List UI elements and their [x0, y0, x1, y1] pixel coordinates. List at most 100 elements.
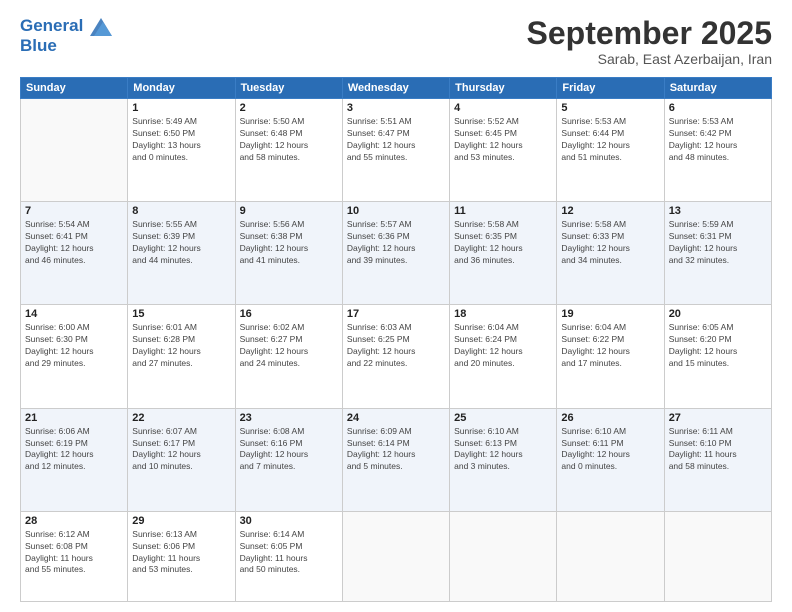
- day-number: 24: [347, 412, 445, 424]
- day-info: Sunrise: 5:54 AM Sunset: 6:41 PM Dayligh…: [25, 219, 123, 267]
- day-cell: 3 Sunrise: 5:51 AM Sunset: 6:47 PM Daylig…: [342, 99, 449, 202]
- week-row-5: 28 Sunrise: 6:12 AM Sunset: 6:08 PM Dayli…: [21, 511, 772, 601]
- day-info: Sunrise: 6:14 AM Sunset: 6:05 PM Dayligh…: [240, 529, 338, 577]
- logo-icon: [90, 18, 112, 36]
- week-row-4: 21 Sunrise: 6:06 AM Sunset: 6:19 PM Dayli…: [21, 408, 772, 511]
- day-number: 7: [25, 205, 123, 217]
- day-info: Sunrise: 6:03 AM Sunset: 6:25 PM Dayligh…: [347, 322, 445, 370]
- day-number: 4: [454, 102, 552, 114]
- day-info: Sunrise: 6:09 AM Sunset: 6:14 PM Dayligh…: [347, 426, 445, 474]
- title-block: September 2025 Sarab, East Azerbaijan, I…: [527, 16, 772, 67]
- day-cell: 13Sunrise: 5:59 AM Sunset: 6:31 PM Dayli…: [664, 202, 771, 305]
- day-cell: 23Sunrise: 6:08 AM Sunset: 6:16 PM Dayli…: [235, 408, 342, 511]
- day-info: Sunrise: 6:05 AM Sunset: 6:20 PM Dayligh…: [669, 322, 767, 370]
- day-info: Sunrise: 6:13 AM Sunset: 6:06 PM Dayligh…: [132, 529, 230, 577]
- day-cell: 16 Sunrise: 6:02 AM Sunset: 6:27 PM Dayli…: [235, 305, 342, 408]
- day-info: Sunrise: 5:55 AM Sunset: 6:39 PM Dayligh…: [132, 219, 230, 267]
- day-number: 9: [240, 205, 338, 217]
- day-info: Sunrise: 6:00 AM Sunset: 6:30 PM Dayligh…: [25, 322, 123, 370]
- page: General Blue September 2025 Sarab, East …: [0, 0, 792, 612]
- day-cell: 12 Sunrise: 5:58 AM Sunset: 6:33 PM Dayli…: [557, 202, 664, 305]
- day-info: Sunrise: 5:57 AM Sunset: 6:36 PM Dayligh…: [347, 219, 445, 267]
- day-cell: 17Sunrise: 6:03 AM Sunset: 6:25 PM Dayli…: [342, 305, 449, 408]
- day-number: 13: [669, 205, 767, 217]
- day-info: Sunrise: 5:56 AM Sunset: 6:38 PM Dayligh…: [240, 219, 338, 267]
- logo-general: General: [20, 16, 83, 35]
- day-info: Sunrise: 6:11 AM Sunset: 6:10 PM Dayligh…: [669, 426, 767, 474]
- calendar-table: SundayMondayTuesdayWednesdayThursdayFrid…: [20, 77, 772, 602]
- day-cell: 25Sunrise: 6:10 AM Sunset: 6:13 PM Dayli…: [450, 408, 557, 511]
- col-header-wednesday: Wednesday: [342, 78, 449, 99]
- header-row: SundayMondayTuesdayWednesdayThursdayFrid…: [21, 78, 772, 99]
- day-info: Sunrise: 5:53 AM Sunset: 6:44 PM Dayligh…: [561, 116, 659, 164]
- day-cell: [342, 511, 449, 601]
- day-number: 18: [454, 308, 552, 320]
- col-header-friday: Friday: [557, 78, 664, 99]
- day-number: 1: [132, 102, 230, 114]
- day-number: 21: [25, 412, 123, 424]
- day-number: 16: [240, 308, 338, 320]
- day-cell: 30 Sunrise: 6:14 AM Sunset: 6:05 PM Dayli…: [235, 511, 342, 601]
- day-cell: 21 Sunrise: 6:06 AM Sunset: 6:19 PM Dayli…: [21, 408, 128, 511]
- day-cell: 5 Sunrise: 5:53 AM Sunset: 6:44 PM Daylig…: [557, 99, 664, 202]
- day-number: 10: [347, 205, 445, 217]
- day-number: 20: [669, 308, 767, 320]
- day-info: Sunrise: 5:49 AM Sunset: 6:50 PM Dayligh…: [132, 116, 230, 164]
- day-info: Sunrise: 5:53 AM Sunset: 6:42 PM Dayligh…: [669, 116, 767, 164]
- day-cell: [664, 511, 771, 601]
- day-cell: 7 Sunrise: 5:54 AM Sunset: 6:41 PM Daylig…: [21, 202, 128, 305]
- col-header-tuesday: Tuesday: [235, 78, 342, 99]
- week-row-3: 14 Sunrise: 6:00 AM Sunset: 6:30 PM Dayli…: [21, 305, 772, 408]
- day-cell: [450, 511, 557, 601]
- day-number: 23: [240, 412, 338, 424]
- day-info: Sunrise: 6:04 AM Sunset: 6:24 PM Dayligh…: [454, 322, 552, 370]
- logo-text: General: [20, 16, 112, 36]
- location: Sarab, East Azerbaijan, Iran: [527, 51, 772, 67]
- day-number: 30: [240, 515, 338, 527]
- logo-blue: Blue: [20, 36, 112, 56]
- col-header-monday: Monday: [128, 78, 235, 99]
- day-info: Sunrise: 6:06 AM Sunset: 6:19 PM Dayligh…: [25, 426, 123, 474]
- day-info: Sunrise: 6:01 AM Sunset: 6:28 PM Dayligh…: [132, 322, 230, 370]
- day-cell: 9 Sunrise: 5:56 AM Sunset: 6:38 PM Daylig…: [235, 202, 342, 305]
- day-number: 26: [561, 412, 659, 424]
- day-number: 2: [240, 102, 338, 114]
- day-number: 28: [25, 515, 123, 527]
- day-number: 25: [454, 412, 552, 424]
- day-number: 12: [561, 205, 659, 217]
- day-number: 19: [561, 308, 659, 320]
- week-row-2: 7 Sunrise: 5:54 AM Sunset: 6:41 PM Daylig…: [21, 202, 772, 305]
- day-info: Sunrise: 6:02 AM Sunset: 6:27 PM Dayligh…: [240, 322, 338, 370]
- day-cell: 4 Sunrise: 5:52 AM Sunset: 6:45 PM Daylig…: [450, 99, 557, 202]
- day-info: Sunrise: 5:58 AM Sunset: 6:35 PM Dayligh…: [454, 219, 552, 267]
- day-cell: 24 Sunrise: 6:09 AM Sunset: 6:14 PM Dayli…: [342, 408, 449, 511]
- month-year: September 2025: [527, 16, 772, 51]
- day-number: 5: [561, 102, 659, 114]
- day-number: 15: [132, 308, 230, 320]
- day-info: Sunrise: 5:51 AM Sunset: 6:47 PM Dayligh…: [347, 116, 445, 164]
- day-info: Sunrise: 5:58 AM Sunset: 6:33 PM Dayligh…: [561, 219, 659, 267]
- day-number: 3: [347, 102, 445, 114]
- col-header-saturday: Saturday: [664, 78, 771, 99]
- day-cell: 2Sunrise: 5:50 AM Sunset: 6:48 PM Daylig…: [235, 99, 342, 202]
- day-cell: 22 Sunrise: 6:07 AM Sunset: 6:17 PM Dayli…: [128, 408, 235, 511]
- col-header-sunday: Sunday: [21, 78, 128, 99]
- day-info: Sunrise: 6:12 AM Sunset: 6:08 PM Dayligh…: [25, 529, 123, 577]
- day-number: 8: [132, 205, 230, 217]
- day-cell: 18 Sunrise: 6:04 AM Sunset: 6:24 PM Dayli…: [450, 305, 557, 408]
- day-info: Sunrise: 5:52 AM Sunset: 6:45 PM Dayligh…: [454, 116, 552, 164]
- logo: General Blue: [20, 16, 112, 55]
- day-cell: 20 Sunrise: 6:05 AM Sunset: 6:20 PM Dayli…: [664, 305, 771, 408]
- day-cell: [21, 99, 128, 202]
- day-cell: 11Sunrise: 5:58 AM Sunset: 6:35 PM Dayli…: [450, 202, 557, 305]
- day-info: Sunrise: 6:10 AM Sunset: 6:11 PM Dayligh…: [561, 426, 659, 474]
- week-row-1: 1 Sunrise: 5:49 AM Sunset: 6:50 PM Daylig…: [21, 99, 772, 202]
- day-cell: 19 Sunrise: 6:04 AM Sunset: 6:22 PM Dayli…: [557, 305, 664, 408]
- day-cell: 14 Sunrise: 6:00 AM Sunset: 6:30 PM Dayli…: [21, 305, 128, 408]
- day-info: Sunrise: 6:07 AM Sunset: 6:17 PM Dayligh…: [132, 426, 230, 474]
- day-number: 14: [25, 308, 123, 320]
- day-cell: 8 Sunrise: 5:55 AM Sunset: 6:39 PM Daylig…: [128, 202, 235, 305]
- day-number: 22: [132, 412, 230, 424]
- day-cell: 15 Sunrise: 6:01 AM Sunset: 6:28 PM Dayli…: [128, 305, 235, 408]
- day-info: Sunrise: 6:04 AM Sunset: 6:22 PM Dayligh…: [561, 322, 659, 370]
